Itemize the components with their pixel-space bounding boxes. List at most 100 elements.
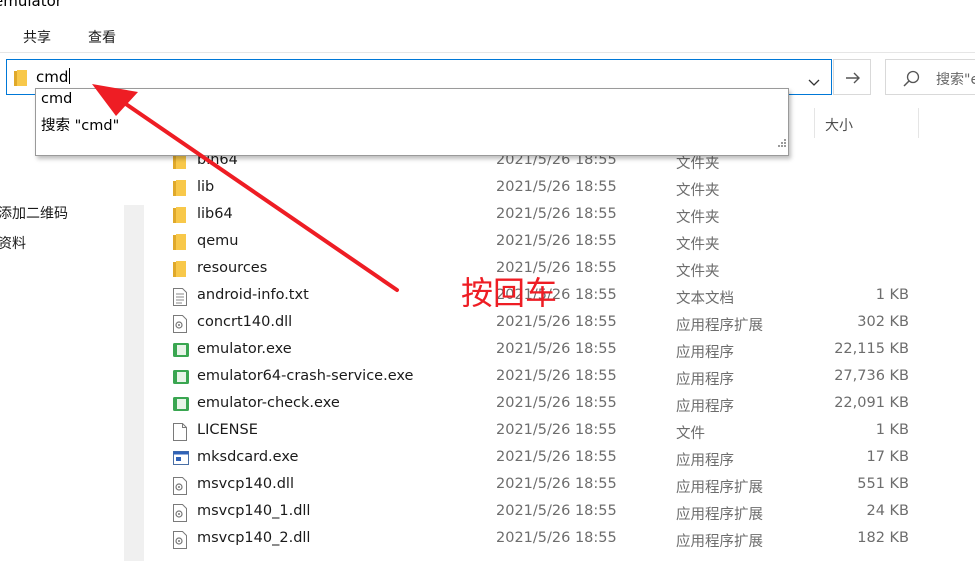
file-date: 2021/5/26 18:55 bbox=[496, 395, 617, 411]
file-date: 2021/5/26 18:55 bbox=[496, 530, 617, 546]
window-title: emulator bbox=[0, 0, 62, 10]
column-separator[interactable] bbox=[918, 108, 919, 138]
arrow-right-icon bbox=[846, 72, 860, 84]
file-date: 2021/5/26 18:55 bbox=[496, 206, 617, 222]
file-type: 文件夹 bbox=[676, 210, 720, 226]
dll-file-icon bbox=[173, 315, 189, 333]
file-size: 22,091 KB bbox=[834, 395, 909, 411]
file-name: msvcp140_1.dll bbox=[197, 503, 311, 519]
file-row[interactable]: qemu 2021/5/26 18:55 文件夹 bbox=[144, 229, 975, 256]
file-type: 应用程序扩展 bbox=[676, 534, 763, 550]
folder-icon bbox=[14, 70, 28, 90]
file-type: 应用程序 bbox=[676, 399, 734, 415]
address-input[interactable]: cmd bbox=[36, 68, 71, 86]
file-type: 应用程序 bbox=[676, 345, 734, 361]
nav-item-documents[interactable]: 资料 bbox=[0, 233, 26, 253]
navigation-pane: 添加二维码 资料 bbox=[0, 97, 124, 561]
file-row[interactable]: emulator-check.exe 2021/5/26 18:55 应用程序 22,… bbox=[144, 391, 975, 418]
file-size: 551 KB bbox=[857, 476, 909, 492]
ribbon-tab-view[interactable]: 查看 bbox=[88, 27, 116, 47]
nav-item-add-qrcode[interactable]: 添加二维码 bbox=[0, 203, 68, 223]
ribbon-divider bbox=[0, 52, 975, 53]
folder-icon bbox=[173, 180, 189, 198]
text-file-icon bbox=[173, 288, 189, 306]
blank-file-icon bbox=[173, 423, 189, 441]
file-name: android-info.txt bbox=[197, 287, 309, 303]
android-exe-icon bbox=[173, 342, 189, 360]
file-row[interactable]: msvcp140.dll 2021/5/26 18:55 应用程序扩展 551 KB bbox=[144, 472, 975, 499]
file-name: emulator64-crash-service.exe bbox=[197, 368, 414, 384]
navigation-scrollbar[interactable] bbox=[124, 205, 144, 561]
go-button[interactable] bbox=[833, 59, 871, 95]
file-type: 文本文档 bbox=[676, 291, 734, 307]
file-type: 文件夹 bbox=[676, 264, 720, 280]
search-box[interactable]: 搜索"e bbox=[885, 59, 975, 95]
file-name: lib64 bbox=[197, 206, 233, 222]
file-row[interactable]: lib64 2021/5/26 18:55 文件夹 bbox=[144, 202, 975, 229]
file-row[interactable]: mksdcard.exe 2021/5/26 18:55 应用程序 17 KB bbox=[144, 445, 975, 472]
file-size: 17 KB bbox=[866, 449, 909, 465]
folder-icon bbox=[173, 261, 189, 279]
file-date: 2021/5/26 18:55 bbox=[496, 503, 617, 519]
file-size: 24 KB bbox=[866, 503, 909, 519]
file-name: emulator-check.exe bbox=[197, 395, 340, 411]
autocomplete-dropdown: cmd 搜索 "cmd" bbox=[35, 88, 789, 156]
file-date: 2021/5/26 18:55 bbox=[496, 341, 617, 357]
dll-file-icon bbox=[173, 477, 189, 495]
search-placeholder: 搜索"e bbox=[936, 72, 975, 88]
file-type: 文件 bbox=[676, 426, 705, 442]
android-exe-icon bbox=[173, 396, 189, 414]
dll-file-icon bbox=[173, 504, 189, 522]
file-row[interactable]: concrt140.dll 2021/5/26 18:55 应用程序扩展 302 KB bbox=[144, 310, 975, 337]
chevron-down-icon[interactable] bbox=[808, 72, 820, 91]
file-date: 2021/5/26 18:55 bbox=[496, 368, 617, 384]
file-size: 1 KB bbox=[875, 287, 909, 303]
file-row[interactable]: LICENSE 2021/5/26 18:55 文件 1 KB bbox=[144, 418, 975, 445]
file-name: lib bbox=[197, 179, 215, 195]
file-row[interactable]: emulator.exe 2021/5/26 18:55 应用程序 22,115 KB bbox=[144, 337, 975, 364]
file-name: qemu bbox=[197, 233, 239, 249]
file-row[interactable]: resources 2021/5/26 18:55 文件夹 bbox=[144, 256, 975, 283]
file-type: 文件夹 bbox=[676, 237, 720, 253]
text-caret bbox=[69, 68, 71, 84]
file-name: msvcp140_2.dll bbox=[197, 530, 311, 546]
search-icon bbox=[903, 70, 920, 91]
file-name: emulator.exe bbox=[197, 341, 292, 357]
file-size: 1 KB bbox=[875, 422, 909, 438]
ribbon-tab-share[interactable]: 共享 bbox=[23, 27, 51, 47]
android-exe-icon bbox=[173, 369, 189, 387]
file-type: 应用程序扩展 bbox=[676, 318, 763, 334]
file-type: 文件夹 bbox=[676, 183, 720, 199]
folder-icon bbox=[173, 207, 189, 225]
file-row[interactable]: msvcp140_2.dll 2021/5/26 18:55 应用程序扩展 182 K… bbox=[144, 526, 975, 553]
file-name: mksdcard.exe bbox=[197, 449, 299, 465]
file-name: msvcp140.dll bbox=[197, 476, 294, 492]
file-date: 2021/5/26 18:55 bbox=[496, 476, 617, 492]
file-date: 2021/5/26 18:55 bbox=[496, 314, 617, 330]
file-date: 2021/5/26 18:55 bbox=[496, 179, 617, 195]
annotation-text: 按回车 bbox=[461, 274, 558, 312]
file-row[interactable]: lib 2021/5/26 18:55 文件夹 bbox=[144, 175, 975, 202]
file-date: 2021/5/26 18:55 bbox=[496, 449, 617, 465]
file-row[interactable]: msvcp140_1.dll 2021/5/26 18:55 应用程序扩展 24 KB bbox=[144, 499, 975, 526]
file-date: 2021/5/26 18:55 bbox=[496, 422, 617, 438]
autocomplete-option-cmd[interactable]: cmd bbox=[41, 91, 72, 107]
file-name: resources bbox=[197, 260, 268, 276]
folder-icon bbox=[173, 234, 189, 252]
file-row[interactable]: emulator64-crash-service.exe 2021/5/26 18… bbox=[144, 364, 975, 391]
file-size: 27,736 KB bbox=[834, 368, 909, 384]
file-type: 应用程序扩展 bbox=[676, 480, 763, 496]
file-name: concrt140.dll bbox=[197, 314, 293, 330]
autocomplete-option-search[interactable]: 搜索 "cmd" bbox=[41, 114, 119, 135]
resize-grip-icon[interactable] bbox=[776, 134, 786, 153]
column-header-size[interactable]: 大小 bbox=[825, 115, 853, 135]
file-row[interactable]: android-info.txt 2021/5/26 18:55 文本文档 1 KB bbox=[144, 283, 975, 310]
file-name: LICENSE bbox=[197, 422, 258, 438]
dll-file-icon bbox=[173, 531, 189, 549]
window-exe-icon bbox=[173, 450, 189, 468]
file-date: 2021/5/26 18:55 bbox=[496, 233, 617, 249]
column-separator[interactable] bbox=[814, 108, 815, 138]
file-type: 应用程序扩展 bbox=[676, 507, 763, 523]
file-type: 应用程序 bbox=[676, 372, 734, 388]
file-type: 应用程序 bbox=[676, 453, 734, 469]
